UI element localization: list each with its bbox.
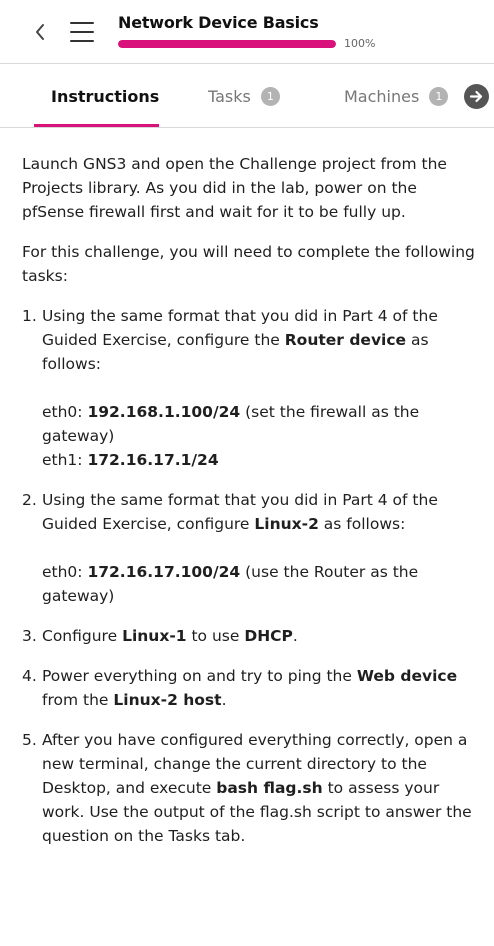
top-bar: Network Device Basics 100% — [0, 0, 494, 64]
instructions-content: Launch GNS3 and open the Challenge proje… — [22, 152, 480, 864]
tasks-intro-paragraph: For this challenge, you will need to com… — [22, 243, 475, 285]
back-button[interactable] — [30, 20, 50, 44]
hamburger-menu-icon[interactable] — [70, 21, 94, 43]
active-tab-indicator — [34, 124, 159, 127]
step-number: 2. — [22, 491, 37, 509]
progress-bar-fill — [118, 40, 336, 48]
page-title: Network Device Basics — [118, 13, 319, 32]
tab-bar: Instructions Tasks 1 Machines 1 — [0, 64, 494, 128]
progress-bar — [118, 40, 336, 48]
next-tab-button[interactable] — [464, 84, 489, 109]
tab-tasks[interactable]: Tasks 1 — [208, 64, 280, 128]
tab-instructions[interactable]: Instructions — [51, 64, 159, 128]
task-list: 1. Using the same format that you did in… — [22, 304, 480, 848]
tab-label: Tasks — [208, 86, 251, 106]
count-badge: 1 — [429, 86, 449, 106]
count-badge: 1 — [260, 86, 280, 106]
tab-label: Machines — [344, 86, 420, 106]
config-line: eth0: 192.168.1.100/24 (set the firewall… — [42, 403, 420, 445]
list-item: 1. Using the same format that you did in… — [22, 304, 480, 472]
step-number: 1. — [22, 307, 37, 325]
config-line: eth1: 172.16.17.1/24 — [42, 451, 219, 469]
tab-machines[interactable]: Machines 1 — [344, 64, 449, 128]
list-item: 2. Using the same format that you did in… — [22, 488, 480, 608]
config-line: eth0: 172.16.17.100/24 (use the Router a… — [42, 563, 419, 605]
arrow-right-icon — [469, 90, 483, 103]
intro-paragraph: Launch GNS3 and open the Challenge proje… — [22, 155, 447, 221]
step-number: 3. — [22, 627, 37, 645]
step-number: 4. — [22, 667, 37, 685]
tab-label: Instructions — [51, 86, 160, 106]
step-number: 5. — [22, 731, 37, 749]
progress-label: 100% — [344, 37, 376, 50]
list-item: 4. Power everything on and try to ping t… — [22, 664, 480, 712]
chevron-left-icon — [36, 24, 44, 40]
list-item: 5. After you have configured everything … — [22, 728, 480, 848]
list-item: 3. Configure Linux-1 to use DHCP. — [22, 624, 480, 648]
